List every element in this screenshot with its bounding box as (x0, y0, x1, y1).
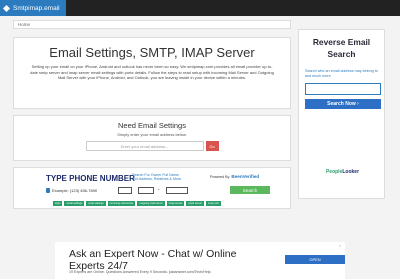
search-now-label: Search Now (327, 101, 356, 107)
hero-description: Setting up your email on your iPhone, An… (30, 64, 274, 81)
phone-dash: - (158, 187, 160, 193)
prefix-input[interactable] (138, 187, 154, 194)
phone-lookup-ad[interactable]: TYPE PHONE NUMBER Search For Owner Full … (13, 167, 291, 209)
finder-subtitle: Simply enter your email address below. (117, 132, 187, 137)
phone-example-text: Example: (123) 456-7890 (52, 188, 98, 193)
logo-part-looker: Looker (342, 169, 360, 175)
go-button[interactable]: Go (205, 141, 219, 151)
powered-by: Powered By BeenVerified (210, 174, 259, 179)
ad-subtitle: 19 Experts are Online. Questions Answere… (69, 270, 211, 274)
ad-open-button[interactable]: OPEN (285, 255, 345, 264)
finder-form: Enter your email address... Go (14, 141, 290, 151)
brand-name: Smtpimap.email (13, 4, 60, 12)
phone-example: Example: (123) 456-7890 (46, 188, 97, 193)
tag[interactable]: smtp port (206, 201, 221, 206)
email-address-input[interactable]: Enter your email address... (85, 141, 204, 151)
phone-search-button[interactable]: Search (230, 186, 270, 194)
reverse-email-search-widget: Reverse Email Search Search who an email… (298, 29, 385, 199)
tag[interactable]: pop3 server (186, 201, 205, 206)
top-navbar: Smtpimap.email (0, 0, 400, 16)
brand-link[interactable]: Smtpimap.email (0, 0, 66, 16)
sidebar-label: Search who an email address may belong t… (305, 69, 378, 78)
tag[interactable]: incoming mail server (107, 201, 136, 206)
close-icon[interactable]: × (339, 244, 341, 248)
finder-title: Need Email Settings (118, 121, 186, 130)
page-title: Email Settings, SMTP, IMAP Server (49, 45, 255, 60)
breadcrumb-home[interactable]: Home (18, 22, 30, 27)
tag[interactable]: imap server (166, 201, 185, 206)
sidebar-title: Reverse Email Search (312, 37, 371, 59)
brand-diamond-icon (2, 4, 11, 12)
tag[interactable]: login (53, 201, 63, 206)
phone-ad-tags: login email settings smtp settings incom… (53, 201, 221, 206)
line-number-input[interactable] (166, 187, 188, 194)
bottom-ad-banner[interactable]: Ask an Expert Now - Chat w/ Online Exper… (55, 242, 345, 279)
peoplelooker-logo: PeopleLooker (299, 169, 386, 175)
search-now-button[interactable]: Search Now › (305, 99, 381, 109)
chevron-right-icon: › (357, 101, 359, 107)
powered-by-label: Powered By (210, 174, 230, 179)
beenverified-logo: BeenVerified (231, 174, 260, 179)
hero-panel: Email Settings, SMTP, IMAP Server Settin… (13, 37, 291, 109)
phone-icon (46, 188, 50, 193)
tag[interactable]: smtp settings (86, 201, 106, 206)
email-settings-finder: Need Email Settings Simply enter your em… (13, 115, 291, 161)
area-code-input[interactable] (118, 187, 132, 194)
ad-title: Ask an Expert Now - Chat w/ Online Exper… (69, 248, 237, 272)
breadcrumb: Home (13, 20, 291, 29)
tag[interactable]: email settings (64, 201, 85, 206)
phone-ad-subtitle: Search For Owner Full Name, Full Address… (132, 173, 182, 182)
reverse-email-input[interactable] (305, 83, 381, 95)
logo-part-people: People (325, 169, 343, 175)
phone-ad-title: TYPE PHONE NUMBER (46, 174, 135, 183)
tag[interactable]: outgoing mail server (137, 201, 165, 206)
